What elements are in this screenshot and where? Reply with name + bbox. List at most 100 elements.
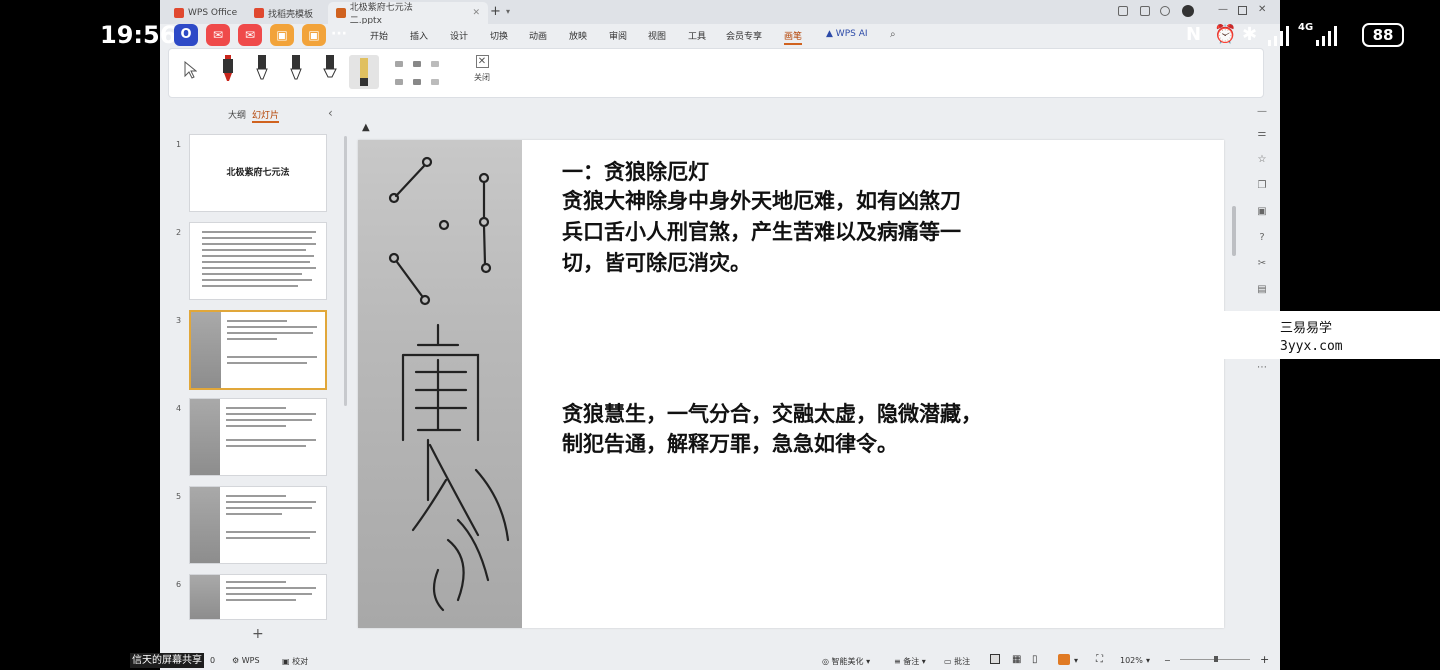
notification-badge-icon: O	[174, 24, 198, 46]
menu-pen[interactable]: 画笔	[784, 29, 803, 45]
more-icon[interactable]: ⋯	[1256, 362, 1268, 374]
zoom-slider-handle[interactable]	[1214, 656, 1218, 662]
menu-review[interactable]: 审阅	[609, 29, 627, 42]
editing-canvas: ▲ 一：贪狼除厄灯 贪狼大神除身中身外天地厄难，如有凶煞刀 兵口舌小人刑官煞，产…	[356, 102, 1240, 648]
page-indicator: 0	[210, 656, 216, 665]
zoom-out-button[interactable]: −	[1164, 656, 1171, 665]
menu-wps-ai[interactable]: ▲ WPS AI	[826, 29, 868, 39]
pen-red[interactable]	[219, 55, 237, 85]
tab-label: 北极紫府七元法二.pptx	[349, 3, 413, 26]
width-swatch[interactable]	[431, 79, 439, 85]
tab-document[interactable]: 北极紫府七元法二.pptx ✕	[328, 2, 488, 26]
chevron-down-icon[interactable]: ▾	[1074, 656, 1078, 665]
fit-icon[interactable]: ⛶	[1096, 654, 1103, 665]
wps-status[interactable]: ⚙ WPS	[232, 656, 260, 665]
talisman-image	[358, 140, 522, 628]
minus-icon[interactable]: —	[1256, 106, 1268, 118]
slide-mantra-line: 制犯告通，解释万罪，急急如律令。	[562, 431, 898, 456]
thumb-slide-2[interactable]	[189, 222, 327, 300]
avatar[interactable]	[1182, 5, 1194, 17]
reading-view-icon[interactable]: ▯	[1032, 654, 1038, 665]
slide-heading: 一：贪狼除厄灯	[562, 159, 709, 184]
pen-black-2[interactable]	[287, 55, 305, 85]
normal-view-icon[interactable]	[990, 654, 1000, 664]
menu-insert[interactable]: 插入	[410, 29, 428, 42]
panel-scrollbar[interactable]	[344, 136, 347, 406]
new-tab-button[interactable]: +	[490, 4, 501, 19]
panel-tabs: 大纲 幻灯片 ‹	[168, 106, 348, 124]
sliders-icon[interactable]: ⚌	[1256, 128, 1268, 140]
highlighter-tool[interactable]	[349, 55, 379, 89]
color-swatch[interactable]	[413, 61, 421, 67]
seal-thumb	[190, 575, 220, 619]
color-swatch[interactable]	[431, 61, 439, 67]
tab-template[interactable]: 找稻壳模板	[246, 2, 321, 24]
ai-assist-icon[interactable]: ▲	[362, 122, 370, 133]
battery-level: 88	[1372, 26, 1394, 44]
cursor-tool[interactable]	[181, 55, 199, 85]
restore-icon[interactable]	[1238, 6, 1247, 15]
close-pen-button[interactable]: ✕ 关闭	[467, 55, 497, 91]
copy-icon[interactable]: ❐	[1256, 180, 1268, 192]
width-swatch[interactable]	[413, 79, 421, 85]
tool-icon[interactable]: ✂	[1256, 258, 1268, 270]
thumb-slide-3[interactable]	[189, 310, 327, 390]
menu-transition[interactable]: 切换	[490, 29, 508, 42]
menu-animation[interactable]: 动画	[529, 29, 547, 42]
zoom-level[interactable]: 102%	[1120, 656, 1143, 665]
notes-button[interactable]: ≡ 备注 ▾	[894, 656, 926, 667]
menu-design[interactable]: 设计	[450, 29, 468, 42]
zoom-in-button[interactable]: +	[1260, 653, 1269, 666]
width-swatch[interactable]	[395, 79, 403, 85]
menu-member[interactable]: 会员专享	[726, 29, 762, 42]
thumb-slide-6[interactable]	[189, 574, 327, 620]
thumb-number: 4	[176, 404, 182, 413]
menu-tools[interactable]: 工具	[688, 29, 706, 42]
minimize-icon[interactable]: —	[1218, 4, 1228, 15]
phone-status-icons: N ⏰ ✱ 4G 88	[1186, 22, 1416, 52]
color-swatch[interactable]	[395, 61, 403, 67]
collapse-icon[interactable]: ‹	[328, 106, 333, 120]
thumb-slide-5[interactable]	[189, 486, 327, 564]
menu-view[interactable]: 视图	[648, 29, 666, 42]
notification-app-icon: ▣	[270, 24, 294, 46]
ai-icon: ▲	[826, 29, 836, 39]
chevron-down-icon[interactable]: ▾	[506, 7, 510, 16]
status-bar: 0 ⚙ WPS ▣ 校对 ◎ 智能美化 ▾ ≡ 备注 ▾ ▭ 批注 ▦ ▯ ▾ …	[160, 650, 1280, 670]
close-tab-icon[interactable]: ✕	[472, 8, 480, 18]
watermark: 三易易学 3yyx.com	[1222, 311, 1440, 359]
notes-icon: ≡	[894, 657, 904, 666]
search-icon[interactable]: ⌕	[890, 29, 896, 40]
tab-outline[interactable]: 大纲	[228, 108, 246, 121]
pen-black-3[interactable]	[321, 55, 339, 85]
menu-slideshow[interactable]: 放映	[569, 29, 587, 42]
seal-thumb	[190, 399, 220, 475]
thumb-slide-1[interactable]: 北极紫府七元法	[189, 134, 327, 212]
tab-slides[interactable]: 幻灯片	[252, 108, 280, 123]
thumb-slide-4[interactable]	[189, 398, 327, 476]
chevron-down-icon[interactable]: ▾	[1146, 656, 1150, 665]
close-window-icon[interactable]: ✕	[1258, 4, 1266, 15]
help-icon[interactable]: ?	[1256, 232, 1268, 244]
image-icon[interactable]: ▣	[1256, 206, 1268, 218]
book-icon[interactable]: ▤	[1256, 284, 1268, 296]
signal-icon	[1316, 26, 1340, 50]
grid-view-icon[interactable]: ▦	[1012, 654, 1021, 665]
tab-wps-office[interactable]: WPS Office	[166, 2, 245, 24]
canvas-scrollbar[interactable]	[1232, 206, 1236, 256]
menu-start[interactable]: 开始	[370, 29, 388, 42]
window-icon[interactable]	[1140, 6, 1150, 16]
thumb-number: 5	[176, 492, 182, 501]
add-slide-button[interactable]: +	[252, 626, 264, 642]
star-icon[interactable]: ☆	[1256, 154, 1268, 166]
pen-black-1[interactable]	[253, 55, 271, 85]
layout-icon[interactable]	[1118, 6, 1128, 16]
settings-icon[interactable]	[1160, 6, 1170, 16]
proofread-button[interactable]: ▣ 校对	[282, 656, 308, 667]
play-icon[interactable]	[1058, 654, 1070, 665]
current-slide[interactable]: 一：贪狼除厄灯 贪狼大神除身中身外天地厄难，如有凶煞刀 兵口舌小人刑官煞，产生苦…	[358, 140, 1224, 628]
smart-beautify-button[interactable]: ◎ 智能美化 ▾	[822, 656, 870, 667]
pen-icon	[323, 55, 337, 78]
slide-body-line: 贪狼大神除身中身外天地厄难，如有凶煞刀	[562, 188, 961, 213]
comments-button[interactable]: ▭ 批注	[944, 656, 970, 667]
